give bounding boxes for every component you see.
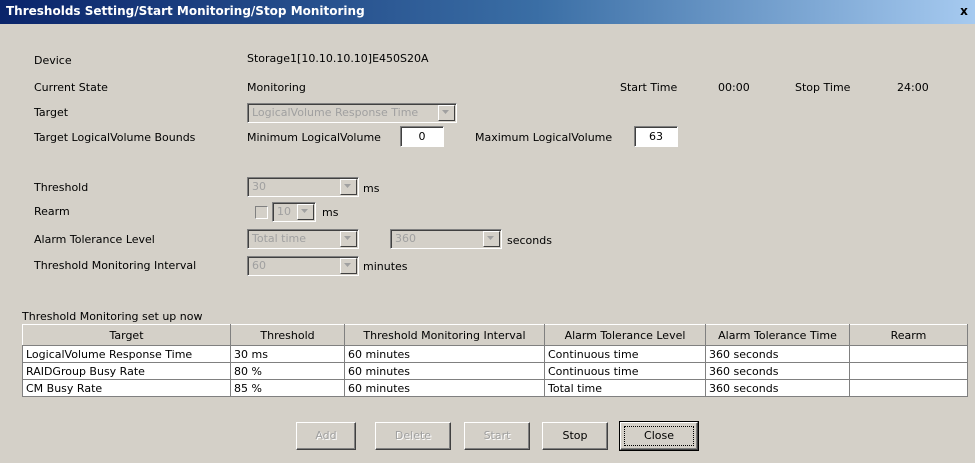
add-button[interactable]: Add (296, 422, 356, 450)
chevron-down-icon (340, 258, 357, 274)
chevron-down-icon (483, 231, 500, 247)
chevron-down-icon (297, 204, 314, 220)
cell-interval: 60 minutes (344, 345, 545, 363)
min-volume-label: Minimum LogicalVolume (247, 131, 381, 144)
stop-time-value: 24:00 (897, 81, 929, 94)
start-time-value: 00:00 (718, 81, 750, 94)
chevron-down-icon (340, 231, 357, 247)
target-select-value: LogicalVolume Response Time (252, 106, 419, 119)
cell-alarm-time: 360 seconds (705, 362, 850, 380)
cell-alarm-time: 360 seconds (705, 345, 850, 363)
rearm-select-value: 10 (277, 205, 291, 218)
stop-time-label: Stop Time (795, 81, 851, 94)
threshold-select-value: 30 (252, 180, 266, 193)
col-header-target[interactable]: Target (22, 324, 231, 346)
cell-alarm-level: Continuous time (544, 362, 706, 380)
cell-rearm (849, 345, 968, 363)
device-label: Device (34, 54, 72, 67)
bounds-label: Target LogicalVolume Bounds (34, 131, 196, 144)
thresholds-table: Target Threshold Threshold Monitoring In… (22, 324, 968, 397)
rearm-select[interactable]: 10 (272, 202, 316, 222)
cell-rearm (849, 362, 968, 380)
col-header-rearm[interactable]: Rearm (849, 324, 968, 346)
delete-button[interactable]: Delete (375, 422, 451, 450)
window-title: Thresholds Setting/Start Monitoring/Stop… (6, 4, 365, 18)
alarm-tolerance-select[interactable]: Total time (247, 229, 359, 249)
close-button[interactable]: Close (619, 421, 699, 451)
alarm-seconds-unit: seconds (507, 234, 552, 247)
col-header-threshold[interactable]: Threshold (230, 324, 345, 346)
interval-label: Threshold Monitoring Interval (34, 259, 197, 272)
cell-target: RAIDGroup Busy Rate (22, 362, 231, 380)
max-volume-label: Maximum LogicalVolume (475, 131, 613, 144)
start-button[interactable]: Start (464, 422, 530, 450)
cell-threshold: 80 % (230, 362, 345, 380)
stop-button[interactable]: Stop (542, 422, 608, 450)
cell-target: CM Busy Rate (22, 379, 231, 397)
close-icon[interactable]: x (956, 3, 972, 19)
rearm-unit: ms (322, 206, 339, 219)
target-label: Target (34, 106, 69, 119)
cell-alarm-time: 360 seconds (705, 379, 850, 397)
title-bar: Thresholds Setting/Start Monitoring/Stop… (0, 0, 975, 24)
table-header-row: Target Threshold Threshold Monitoring In… (22, 324, 968, 346)
interval-select-value: 60 (252, 259, 266, 272)
current-state-label: Current State (34, 81, 108, 94)
table-row[interactable]: CM Busy Rate 85 % 60 minutes Total time … (22, 379, 968, 397)
cell-alarm-level: Total time (544, 379, 706, 397)
cell-rearm (849, 379, 968, 397)
col-header-alarm-level[interactable]: Alarm Tolerance Level (544, 324, 706, 346)
cell-threshold: 30 ms (230, 345, 345, 363)
cell-threshold: 85 % (230, 379, 345, 397)
chevron-down-icon (340, 179, 357, 195)
rearm-checkbox[interactable] (255, 206, 268, 219)
col-header-alarm-time[interactable]: Alarm Tolerance Time (705, 324, 850, 346)
alarm-tolerance-label: Alarm Tolerance Level (34, 233, 155, 246)
threshold-select[interactable]: 30 (247, 177, 359, 197)
cell-interval: 60 minutes (344, 379, 545, 397)
cell-alarm-level: Continuous time (544, 345, 706, 363)
rearm-label: Rearm (34, 205, 70, 218)
interval-select[interactable]: 60 (247, 256, 359, 276)
table-row[interactable]: LogicalVolume Response Time 30 ms 60 min… (22, 345, 968, 363)
interval-unit: minutes (363, 260, 408, 273)
device-value: Storage1[10.10.10.10]E450S20A (247, 52, 429, 65)
min-volume-field[interactable]: 0 (400, 126, 444, 147)
threshold-unit: ms (363, 182, 380, 195)
max-volume-field[interactable]: 63 (634, 126, 678, 147)
alarm-seconds-select[interactable]: 360 (390, 229, 502, 249)
target-select[interactable]: LogicalVolume Response Time (247, 103, 457, 123)
cell-interval: 60 minutes (344, 362, 545, 380)
chevron-down-icon (438, 105, 455, 121)
close-button-label: Close (624, 426, 694, 446)
current-state-value: Monitoring (247, 81, 306, 94)
alarm-tolerance-value: Total time (252, 232, 307, 245)
col-header-interval[interactable]: Threshold Monitoring Interval (344, 324, 545, 346)
threshold-label: Threshold (34, 181, 89, 194)
start-time-label: Start Time (620, 81, 678, 94)
alarm-seconds-value: 360 (395, 232, 416, 245)
table-caption: Threshold Monitoring set up now (22, 310, 203, 323)
table-row[interactable]: RAIDGroup Busy Rate 80 % 60 minutes Cont… (22, 362, 968, 380)
cell-target: LogicalVolume Response Time (22, 345, 231, 363)
